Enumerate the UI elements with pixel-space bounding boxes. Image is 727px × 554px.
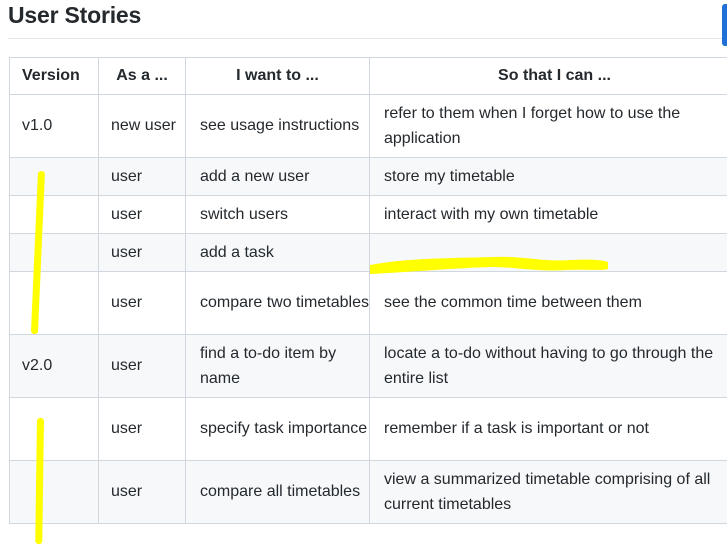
- role-cell: user: [98, 334, 186, 398]
- heading-divider: [8, 38, 727, 39]
- version-cell: [9, 397, 99, 461]
- role-cell: user: [98, 397, 186, 461]
- benefit-cell: store my timetable: [369, 157, 727, 196]
- benefit-cell: view a summarized timetable comprising o…: [369, 460, 727, 524]
- scrollbar-thumb[interactable]: [722, 4, 727, 46]
- version-cell: [9, 195, 99, 234]
- version-cell: [9, 460, 99, 524]
- role-cell: user: [98, 233, 186, 272]
- table-row: user add a new user store my timetable: [9, 157, 727, 196]
- table-header-row: Version As a ... I want to ... So that I…: [9, 57, 727, 95]
- goal-cell: see usage instructions: [185, 94, 370, 158]
- column-header-i-want-to: I want to ...: [185, 57, 370, 95]
- role-cell: user: [98, 157, 186, 196]
- column-header-version: Version: [9, 57, 99, 95]
- goal-cell: switch users: [185, 195, 370, 234]
- version-cell: v2.0: [9, 334, 99, 398]
- table-row: user switch users interact with my own t…: [9, 195, 727, 234]
- version-cell: [9, 157, 99, 196]
- goal-cell: add a new user: [185, 157, 370, 196]
- goal-cell: compare all timetables: [185, 460, 370, 524]
- benefit-cell: interact with my own timetable: [369, 195, 727, 234]
- column-header-as-a: As a ...: [98, 57, 186, 95]
- table-row: user compare all timetables view a summa…: [9, 460, 727, 524]
- table-row: user compare two timetables see the comm…: [9, 271, 727, 335]
- version-cell: [9, 233, 99, 272]
- benefit-cell: see the common time between them: [369, 271, 727, 335]
- benefit-cell: remember if a task is important or not: [369, 397, 727, 461]
- role-cell: user: [98, 460, 186, 524]
- goal-cell: find a to-do item by name: [185, 334, 370, 398]
- goal-cell: compare two timetables: [185, 271, 370, 335]
- role-cell: new user: [98, 94, 186, 158]
- benefit-cell: refer to them when I forget how to use t…: [369, 94, 727, 158]
- column-header-so-that: So that I can ...: [369, 57, 727, 95]
- table-row: v2.0 user find a to-do item by name loca…: [9, 334, 727, 398]
- table-row: v1.0 new user see usage instructions ref…: [9, 94, 727, 158]
- user-stories-table: Version As a ... I want to ... So that I…: [9, 57, 727, 524]
- page-heading: User Stories: [8, 2, 142, 28]
- role-cell: user: [98, 195, 186, 234]
- highlight-strike: [370, 256, 608, 274]
- table-row: user specify task importance remember if…: [9, 397, 727, 461]
- highlight-bracket-v2: [35, 418, 44, 545]
- version-cell: [9, 271, 99, 335]
- role-cell: user: [98, 271, 186, 335]
- benefit-cell: locate a to-do without having to go thro…: [369, 334, 727, 398]
- goal-cell: specify task importance: [185, 397, 370, 461]
- goal-cell: add a task: [185, 233, 370, 272]
- version-cell: v1.0: [9, 94, 99, 158]
